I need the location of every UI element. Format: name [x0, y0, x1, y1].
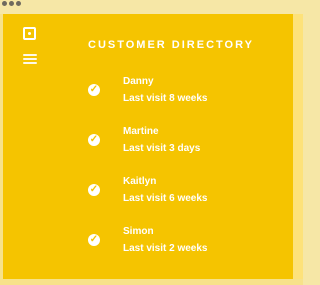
customer-name: Simon	[123, 226, 154, 237]
sidebar	[23, 27, 45, 64]
customer-name: Kaitlyn	[123, 176, 157, 187]
check-circle-icon[interactable]: ✓	[88, 84, 100, 96]
app-window: CUSTOMER DIRECTORY ✓ Danny Last visit 8 …	[0, 0, 303, 285]
page-title: CUSTOMER DIRECTORY	[88, 39, 254, 51]
list-item[interactable]: ✓ Martine Last visit 3 days	[88, 126, 278, 176]
menu-icon[interactable]	[23, 54, 37, 64]
right-border	[293, 14, 303, 285]
customer-name: Danny	[123, 76, 154, 87]
customer-last-visit: Last visit 6 weeks	[123, 193, 208, 204]
customer-text: Simon Last visit 2 weeks	[123, 226, 208, 254]
window-control-dot-icon[interactable]	[2, 0, 7, 6]
check-circle-icon[interactable]: ✓	[88, 234, 100, 246]
window-control-dot-icon[interactable]	[9, 0, 14, 6]
customer-text: Martine Last visit 3 days	[123, 126, 200, 154]
window-control-dot-icon[interactable]	[16, 0, 21, 6]
square-icon[interactable]	[23, 27, 36, 40]
customer-text: Kaitlyn Last visit 6 weeks	[123, 176, 208, 204]
customer-list: ✓ Danny Last visit 8 weeks ✓ Martine Las…	[88, 76, 278, 276]
customer-text: Danny Last visit 8 weeks	[123, 76, 208, 104]
list-item[interactable]: ✓ Kaitlyn Last visit 6 weeks	[88, 176, 278, 226]
window-controls	[2, 0, 21, 6]
customer-last-visit: Last visit 2 weeks	[123, 243, 208, 254]
window-titlebar	[0, 0, 303, 14]
list-item[interactable]: ✓ Simon Last visit 2 weeks	[88, 226, 278, 276]
check-circle-icon[interactable]: ✓	[88, 184, 100, 196]
customer-last-visit: Last visit 8 weeks	[123, 93, 208, 104]
bottom-border	[0, 279, 303, 285]
left-border	[0, 14, 3, 285]
customer-name: Martine	[123, 126, 159, 137]
customer-last-visit: Last visit 3 days	[123, 143, 201, 154]
list-item[interactable]: ✓ Danny Last visit 8 weeks	[88, 76, 278, 126]
check-circle-icon[interactable]: ✓	[88, 134, 100, 146]
